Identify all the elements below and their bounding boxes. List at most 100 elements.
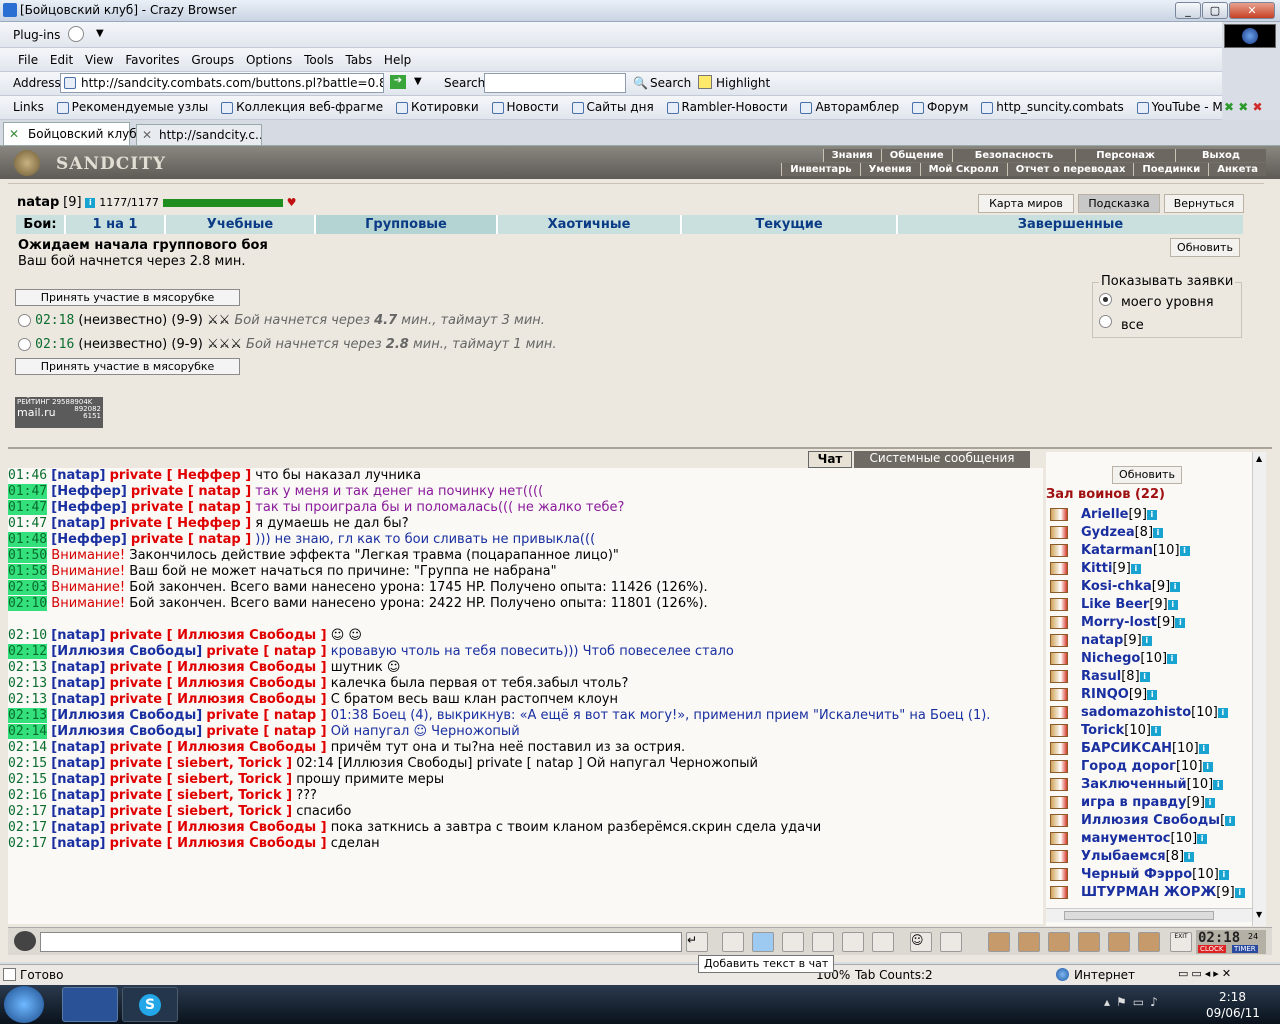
smile-icon[interactable]: ☺ [910, 932, 932, 952]
user-list-item[interactable]: Заключенный[10] i [1046, 776, 1246, 794]
mail-ru-counter[interactable]: РЕЙТИНГ 29588904K mail.ru 892082 6151 [15, 397, 103, 428]
clock-label[interactable]: CLOCK [1198, 945, 1226, 953]
chat-time[interactable]: 01:48 [8, 532, 48, 547]
info-icon[interactable]: i [1225, 815, 1236, 826]
hint-button[interactable]: Подсказка [1078, 194, 1160, 213]
user-name[interactable]: манументос [1081, 831, 1170, 846]
chat-time[interactable]: 02:03 [8, 580, 48, 595]
menu-edit[interactable]: Edit [50, 53, 73, 67]
chat-private-target[interactable]: private [ Неффер ] [110, 516, 252, 531]
private-arrow-icon[interactable] [1050, 634, 1068, 647]
chat-private-target[interactable]: private [ natap ] [131, 532, 251, 547]
link-item[interactable]: http_suncity.combats [981, 100, 1124, 114]
chat-time[interactable]: 02:17 [8, 836, 47, 851]
private-arrow-icon[interactable] [1050, 778, 1068, 791]
menu-tabs[interactable]: Tabs [346, 53, 373, 67]
info-icon[interactable]: i [1234, 887, 1245, 898]
address-input[interactable]: http://sandcity.combats.com/buttons.pl?b… [60, 73, 384, 93]
private-arrow-icon[interactable] [1050, 652, 1068, 665]
chat-private-target[interactable]: private [ siebert, Torick ] [110, 772, 292, 787]
user-name[interactable]: Arielle [1081, 507, 1128, 522]
enter-icon[interactable]: ↵ [686, 932, 708, 952]
highlight-icon[interactable] [698, 75, 712, 89]
green-close-icon[interactable]: ✖ [1224, 100, 1234, 114]
chat-private-target[interactable]: private [ natap ] [131, 500, 251, 515]
info-icon[interactable]: i [1170, 581, 1181, 592]
music-icon[interactable] [872, 932, 894, 952]
chat-author[interactable]: [natap] [51, 676, 105, 691]
red-close-icon[interactable]: ✖ [1253, 100, 1263, 114]
eraser-icon[interactable] [722, 932, 744, 952]
filter-icon[interactable] [752, 932, 774, 952]
private-arrow-icon[interactable] [1050, 850, 1068, 863]
tab-training[interactable]: Учебные [166, 215, 316, 234]
user-list-item[interactable]: Rasul[8] i [1046, 668, 1246, 686]
chat-time[interactable]: 01:50 [8, 548, 48, 563]
join-button-bottom[interactable]: Принять участие в мясорубке [15, 358, 240, 375]
pl-icon[interactable] [842, 932, 864, 952]
chat-private-target[interactable]: private [ siebert, Torick ] [110, 804, 292, 819]
bug-icon[interactable] [1078, 932, 1100, 952]
menu-view[interactable]: View [85, 53, 113, 67]
chevron-down-icon[interactable]: ▼ [414, 76, 422, 87]
highlight-button[interactable]: Highlight [716, 76, 770, 90]
tab-system-messages[interactable]: Системные сообщения [854, 451, 1030, 468]
chevron-down-icon[interactable]: ▼ [96, 28, 104, 39]
user-list-item[interactable]: Kosi-chka[9] i [1046, 578, 1246, 596]
close-button[interactable]: ✕ [1229, 2, 1275, 19]
tab-chaotic[interactable]: Хаотичные [498, 215, 682, 234]
chat-time[interactable]: 02:14 [8, 740, 47, 755]
info-icon[interactable]: i [85, 197, 96, 208]
private-arrow-icon[interactable] [1050, 598, 1068, 611]
info-icon[interactable]: i [1139, 671, 1150, 682]
user-list-item[interactable]: Gydzea[8] i [1046, 524, 1246, 542]
vertical-scrollbar[interactable]: ▲ ▼ [1252, 452, 1266, 926]
chat-time[interactable]: 02:10 [8, 628, 47, 643]
link-item[interactable]: Котировки [395, 100, 479, 114]
chat-time[interactable]: 01:58 [8, 564, 48, 579]
tab-second[interactable]: ✕ http://sandcity.c... [136, 124, 262, 145]
user-name[interactable]: Kitti [1081, 561, 1112, 576]
menu-file[interactable]: File [18, 53, 38, 67]
user-list-item[interactable]: Morry-lost[9] i [1046, 614, 1246, 632]
back-button[interactable]: Вернуться [1164, 194, 1244, 213]
tab-finished[interactable]: Завершенные [898, 215, 1243, 234]
chat-time[interactable]: 01:47 [8, 516, 47, 531]
join-button-top[interactable]: Принять участие в мясорубке [15, 289, 240, 306]
search-input[interactable] [484, 73, 626, 93]
private-arrow-icon[interactable] [1050, 688, 1068, 701]
user-name[interactable]: Katarman [1081, 543, 1153, 558]
refresh-users-button[interactable]: Обновить [1112, 466, 1182, 484]
nav-inventory[interactable]: Инвентарь [781, 163, 860, 176]
horizontal-scrollbar[interactable] [1046, 908, 1252, 922]
chat-private-target[interactable]: private [ Иллюзия Свободы ] [110, 692, 327, 707]
chat-author[interactable]: [natap] [51, 836, 105, 851]
info-icon[interactable]: i [1130, 563, 1141, 574]
skype-icon[interactable]: S [122, 987, 178, 1022]
info-icon[interactable]: i [1150, 725, 1161, 736]
green-close-icon[interactable]: ✖ [1238, 100, 1248, 114]
user-name[interactable]: natap [1081, 633, 1123, 648]
link-item[interactable]: Новости [491, 100, 559, 114]
nav-character[interactable]: Персонаж [1075, 149, 1175, 162]
user-list-item[interactable]: манументос[10] i [1046, 830, 1246, 848]
tab-chat[interactable]: Чат [808, 451, 852, 468]
start-button[interactable] [4, 986, 44, 1023]
private-arrow-icon[interactable] [1050, 544, 1068, 557]
tray-date[interactable]: 09/06/11 [1206, 1006, 1260, 1020]
private-arrow-icon[interactable] [1050, 580, 1068, 593]
minimize-button[interactable]: _ [1175, 2, 1201, 19]
info-icon[interactable]: i [1146, 509, 1157, 520]
menu-help[interactable]: Help [384, 53, 411, 67]
info-icon[interactable]: i [1141, 635, 1152, 646]
user-name[interactable]: игра в правду [1081, 795, 1187, 810]
info-icon[interactable]: i [1197, 833, 1208, 844]
private-arrow-icon[interactable] [1050, 868, 1068, 881]
info-icon[interactable]: i [1147, 689, 1158, 700]
chat-private-target[interactable]: private [ natap ] [206, 724, 326, 739]
nav-battles[interactable]: Поединки [1133, 163, 1209, 176]
tab-active[interactable]: ✕ Бойцовский клуб [3, 122, 137, 145]
user-list-item[interactable]: Город дорог[10] i [1046, 758, 1246, 776]
user-name[interactable]: ШТУРМАН ЖОРЖ [1081, 885, 1216, 900]
user-list-item[interactable]: Черный Фэрро[10] i [1046, 866, 1246, 884]
